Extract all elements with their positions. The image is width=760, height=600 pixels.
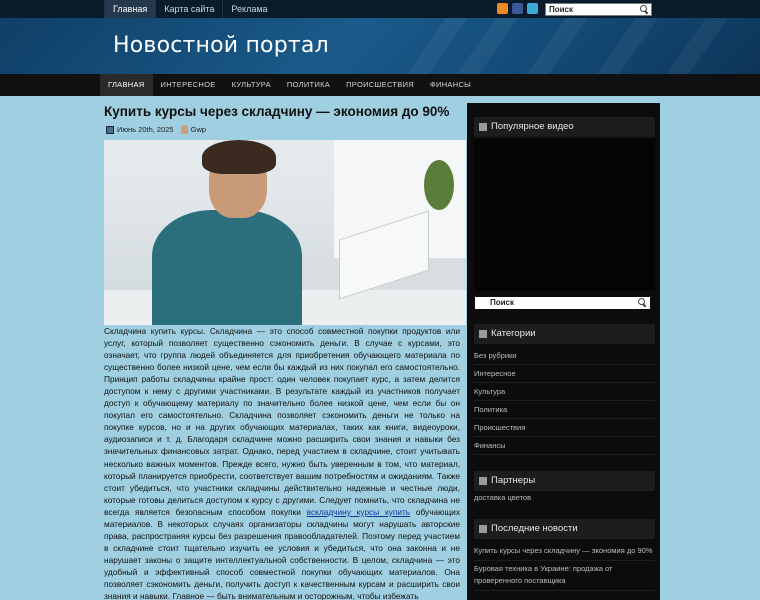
widget-bullet-icon [479,330,487,338]
twitter-icon[interactable] [527,3,538,14]
top-search-input[interactable]: Поиск [545,3,652,16]
facebook-icon[interactable] [512,3,523,14]
main-nav: ГЛАВНАЯ ИНТЕРЕСНОЕ КУЛЬТУРА ПОЛИТИКА ПРО… [0,74,760,96]
site-title[interactable]: Новостной портал [113,33,329,58]
latest-news-list: Купить курсы через складчину — экономия … [474,543,655,591]
post-meta: Июнь 20th, 2025 Gwp [106,125,206,134]
user-icon [180,125,188,134]
image-person-hair [202,140,276,174]
post-body-text: Складчина купить курсы. Складчина — это … [104,326,460,517]
topnav-home-link[interactable]: Главная [104,0,156,18]
social-icons [497,3,538,14]
nav-politics[interactable]: ПОЛИТИКА [279,74,338,96]
widget-bullet-icon [479,525,487,533]
category-link[interactable]: Политика [474,401,655,419]
topnav-ads-link[interactable]: Реклама [222,0,275,18]
main-content: Купить курсы через складчину — экономия … [98,100,466,600]
partner-link[interactable]: доставка цветов [474,493,531,502]
category-link[interactable]: Культура [474,383,655,401]
search-icon[interactable] [638,298,646,306]
categories-heading: Категории [474,324,655,344]
widget-bullet-icon [479,477,487,485]
post-body-text-cont: обучающих материалов. В некоторых случая… [104,506,460,600]
post-inline-link[interactable]: вскладчину курсы купить [307,507,410,517]
search-icon[interactable] [640,5,648,13]
popular-video-heading: Популярное видео [474,117,655,137]
video-player[interactable] [474,139,655,291]
popular-video-title: Популярное видео [491,121,574,132]
post-title[interactable]: Купить курсы через складчину — экономия … [104,104,464,119]
category-link[interactable]: Происшествия [474,419,655,437]
news-link[interactable]: Буровая техника в Украине: продажа от пр… [474,561,655,591]
category-link[interactable]: Финансы [474,437,655,455]
post-date: Июнь 20th, 2025 [117,125,174,134]
nav-incidents[interactable]: ПРОИСШЕСТВИЯ [338,74,422,96]
calendar-icon [106,125,114,134]
category-link[interactable]: Без рубрики [474,347,655,365]
top-nav: Главная Карта сайта Реклама [104,0,276,18]
widget-bullet-icon [479,123,487,131]
image-person-shirt [152,210,302,325]
post-author: Gwp [190,125,207,134]
nav-interesting[interactable]: ИНТЕРЕСНОЕ [153,74,224,96]
image-plant [424,160,454,210]
nav-finance[interactable]: ФИНАНСЫ [422,74,479,96]
nav-home[interactable]: ГЛАВНАЯ [100,74,153,96]
category-link[interactable]: Интересное [474,365,655,383]
post-body: Складчина купить курсы. Складчина — это … [104,325,460,600]
nav-culture[interactable]: КУЛЬТУРА [224,74,279,96]
top-bar: Главная Карта сайта Реклама Поиск [0,0,760,18]
categories-list: Без рубрики Интересное Культура Политика… [474,347,655,455]
site-header: Новостной портал [0,18,760,74]
sidebar-search-placeholder: Поиск [490,298,515,307]
partners-title: Партнеры [491,475,536,486]
latest-news-heading: Последние новости [474,519,655,539]
topnav-sitemap-link[interactable]: Карта сайта [155,0,222,18]
rss-icon[interactable] [497,3,508,14]
latest-news-title: Последние новости [491,523,578,534]
post-image [104,140,466,325]
sidebar: Популярное видео Поиск Категории Без руб… [467,103,660,600]
news-link[interactable]: Купить курсы через складчину — экономия … [474,543,655,561]
categories-title: Категории [491,328,536,339]
sidebar-search-input[interactable]: Поиск [475,297,650,309]
partners-heading: Партнеры [474,471,655,491]
top-search-placeholder: Поиск [549,5,574,14]
